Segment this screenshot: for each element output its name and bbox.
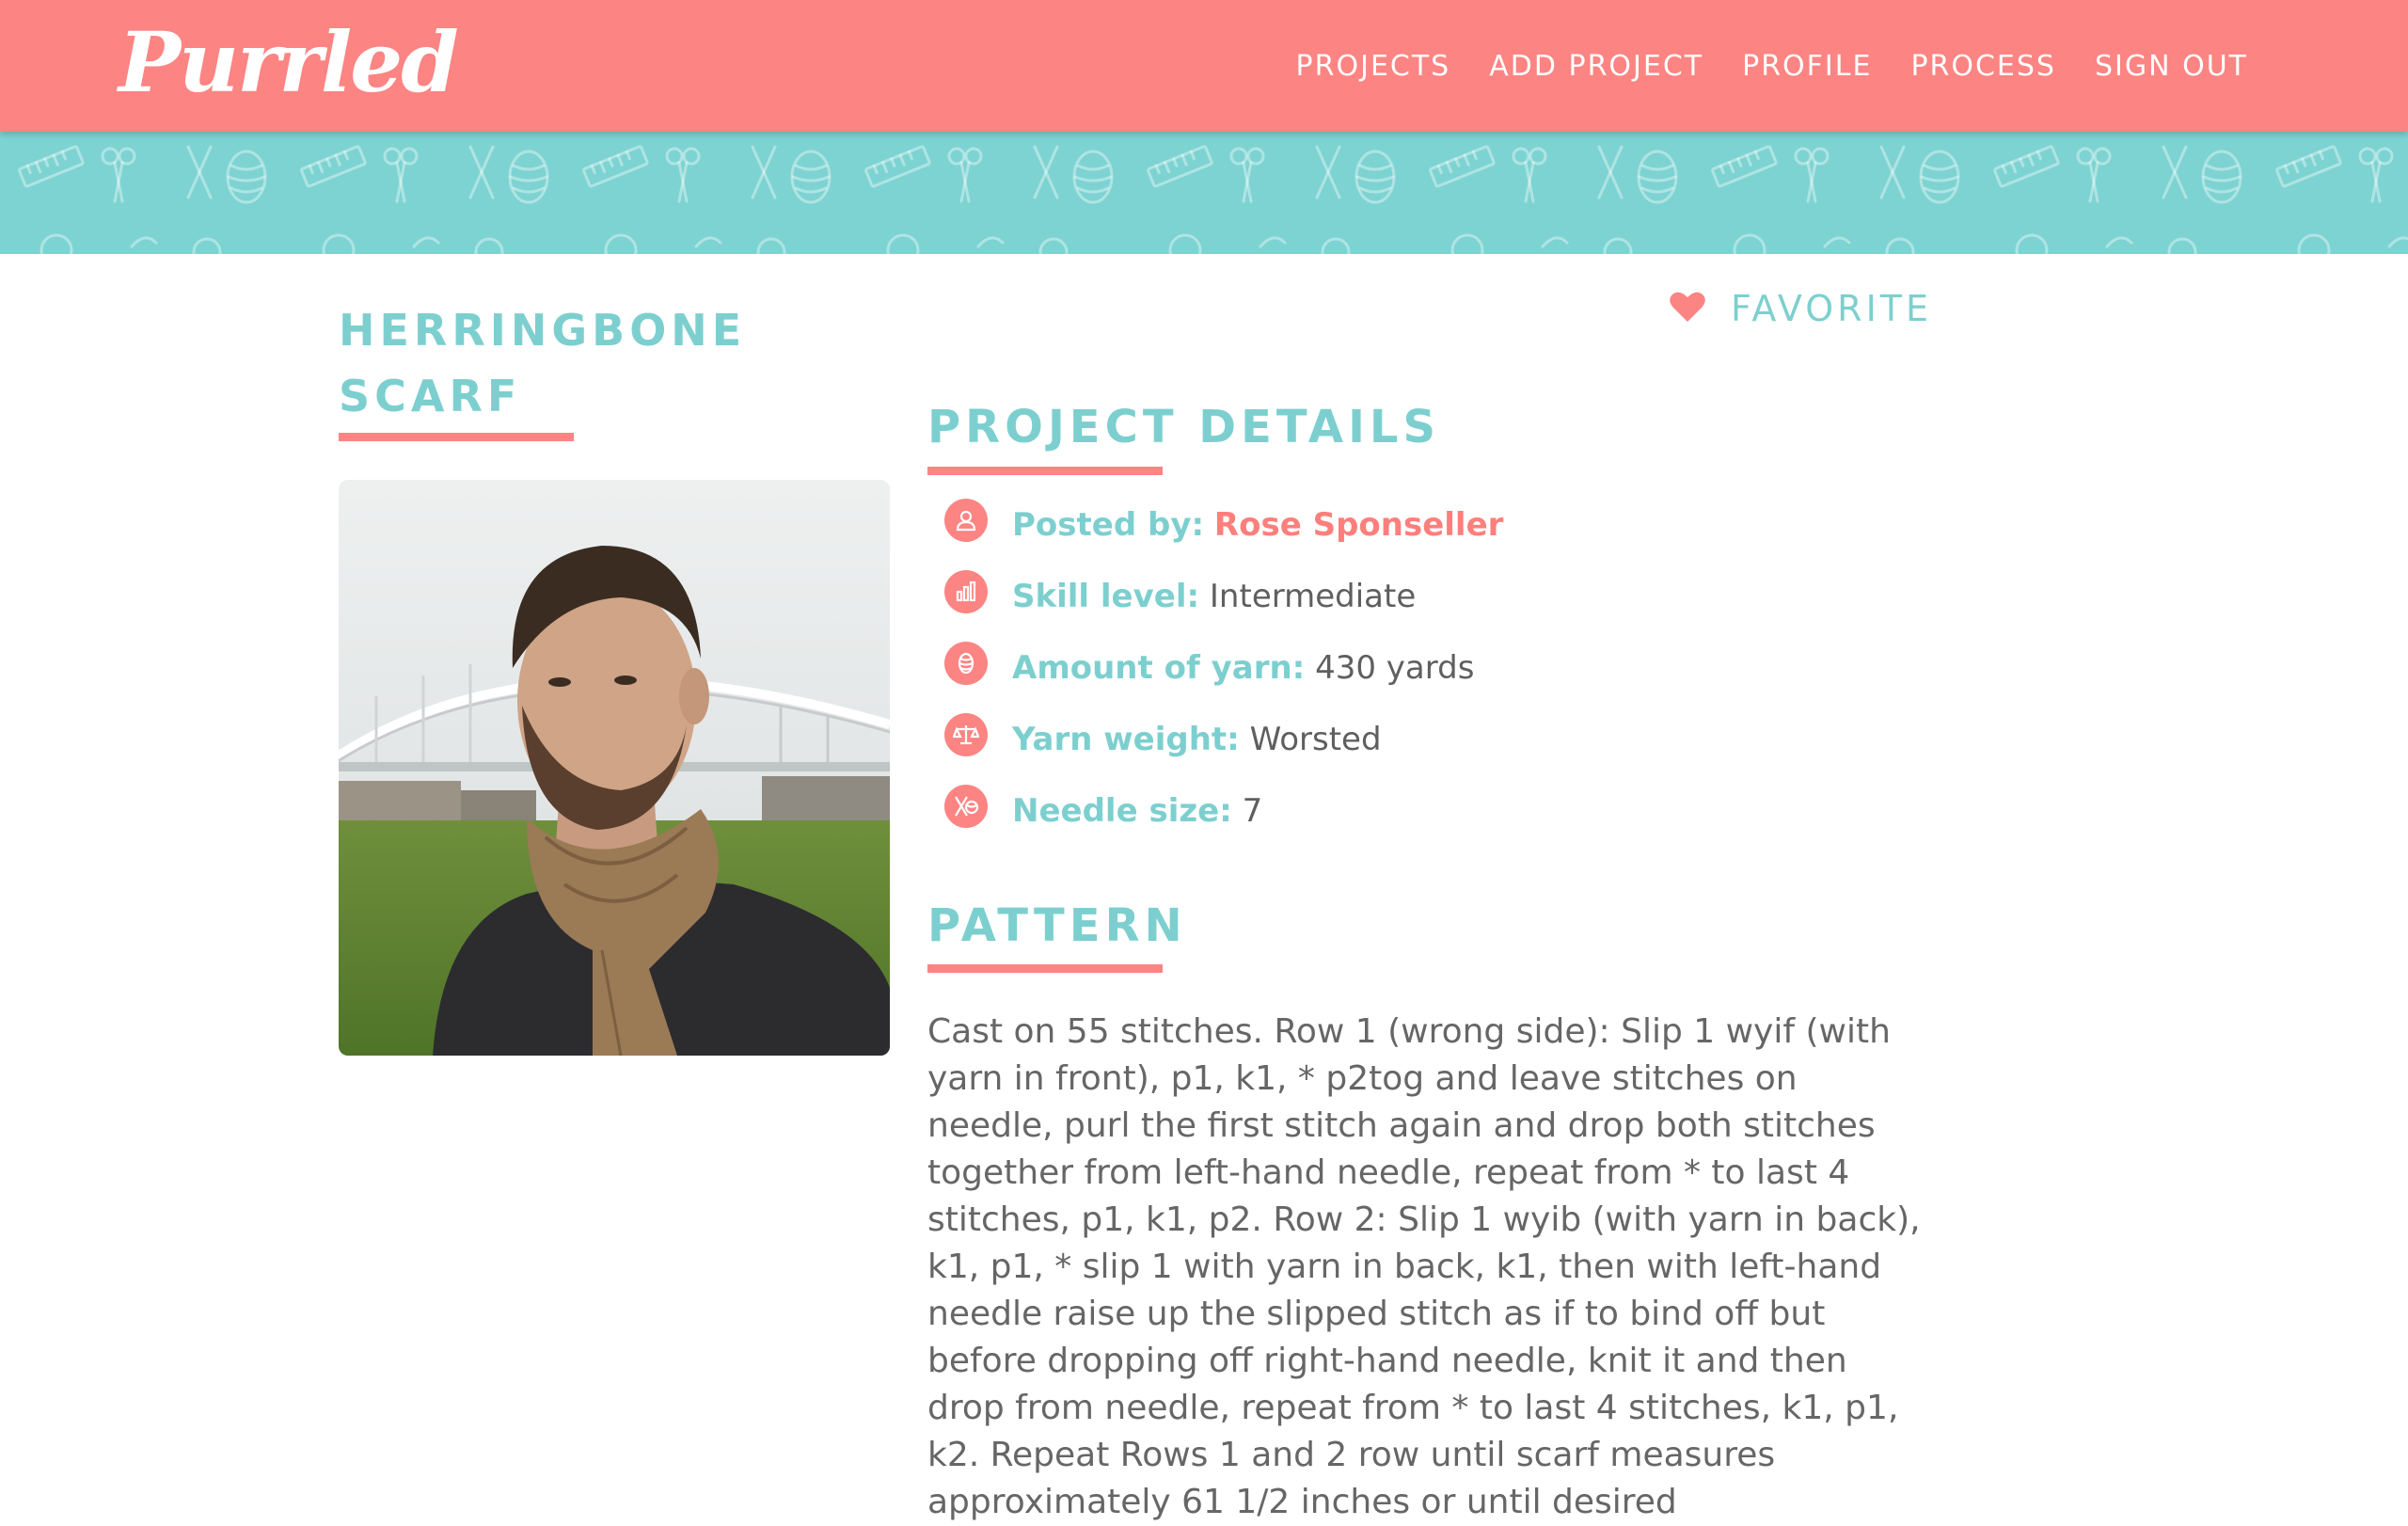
nav-link-add-project[interactable]: ADD PROJECT: [1489, 50, 1703, 83]
needle-yarn-icon: [944, 785, 988, 828]
pattern-heading: PATTERN: [927, 899, 1187, 952]
skill-level-label: Skill level:: [1012, 578, 1200, 615]
needle-size-value: 7: [1242, 792, 1263, 830]
yarn-weight-value: Worsted: [1249, 721, 1382, 758]
yarn-weight-label: Yarn weight:: [1012, 721, 1240, 758]
yarn-ball-icon: [944, 642, 988, 685]
nav-link-projects[interactable]: PROJECTS: [1296, 50, 1451, 83]
site-logo[interactable]: Purrled: [119, 6, 459, 119]
project-photo: [339, 480, 890, 1056]
project-details-heading: PROJECT DETAILS: [927, 401, 1441, 453]
project-details-list: Posted by: Rose Sponseller Skill level: …: [944, 489, 1885, 847]
heart-icon: [1669, 290, 1706, 327]
needle-size-label: Needle size:: [1012, 792, 1232, 830]
nav-link-process[interactable]: PROCESS: [1910, 50, 2056, 83]
pattern-instructions: Cast on 55 stitches. Row 1 (wrong side):…: [927, 1012, 1921, 1521]
bar-chart-icon: [944, 570, 988, 613]
favorite-button[interactable]: FAVORITE: [1669, 288, 1932, 329]
nav-link-profile[interactable]: PROFILE: [1742, 50, 1872, 83]
detail-skill-level: Skill level: Intermediate: [944, 561, 1885, 632]
project-title: HERRINGBONE SCARF: [339, 305, 747, 421]
posted-by-label: Posted by:: [1012, 506, 1205, 544]
nav-link-sign-out[interactable]: SIGN OUT: [2095, 50, 2248, 83]
posted-by-user-link[interactable]: Rose Sponseller: [1214, 506, 1504, 544]
detail-yarn-weight: Yarn weight: Worsted: [944, 704, 1885, 775]
yarn-amount-value: 430 yards: [1315, 649, 1475, 687]
user-icon: [944, 499, 988, 542]
title-underline: [339, 433, 574, 441]
detail-needle-size: Needle size: 7: [944, 775, 1885, 847]
craft-pattern-banner: [0, 132, 2408, 254]
top-navbar: Purrled PROJECTS ADD PROJECT PROFILE PRO…: [0, 0, 2408, 132]
skill-level-value: Intermediate: [1209, 578, 1417, 615]
detail-yarn-amount: Amount of yarn: 430 yards: [944, 632, 1885, 704]
scale-icon: [944, 713, 988, 756]
yarn-amount-label: Amount of yarn:: [1012, 649, 1306, 687]
project-details-underline: [927, 467, 1163, 475]
favorite-label: FAVORITE: [1731, 288, 1933, 329]
pattern-underline: [927, 964, 1163, 973]
main-nav: PROJECTS ADD PROJECT PROFILE PROCESS SIG…: [1296, 0, 2248, 132]
detail-posted-by: Posted by: Rose Sponseller: [944, 489, 1885, 561]
